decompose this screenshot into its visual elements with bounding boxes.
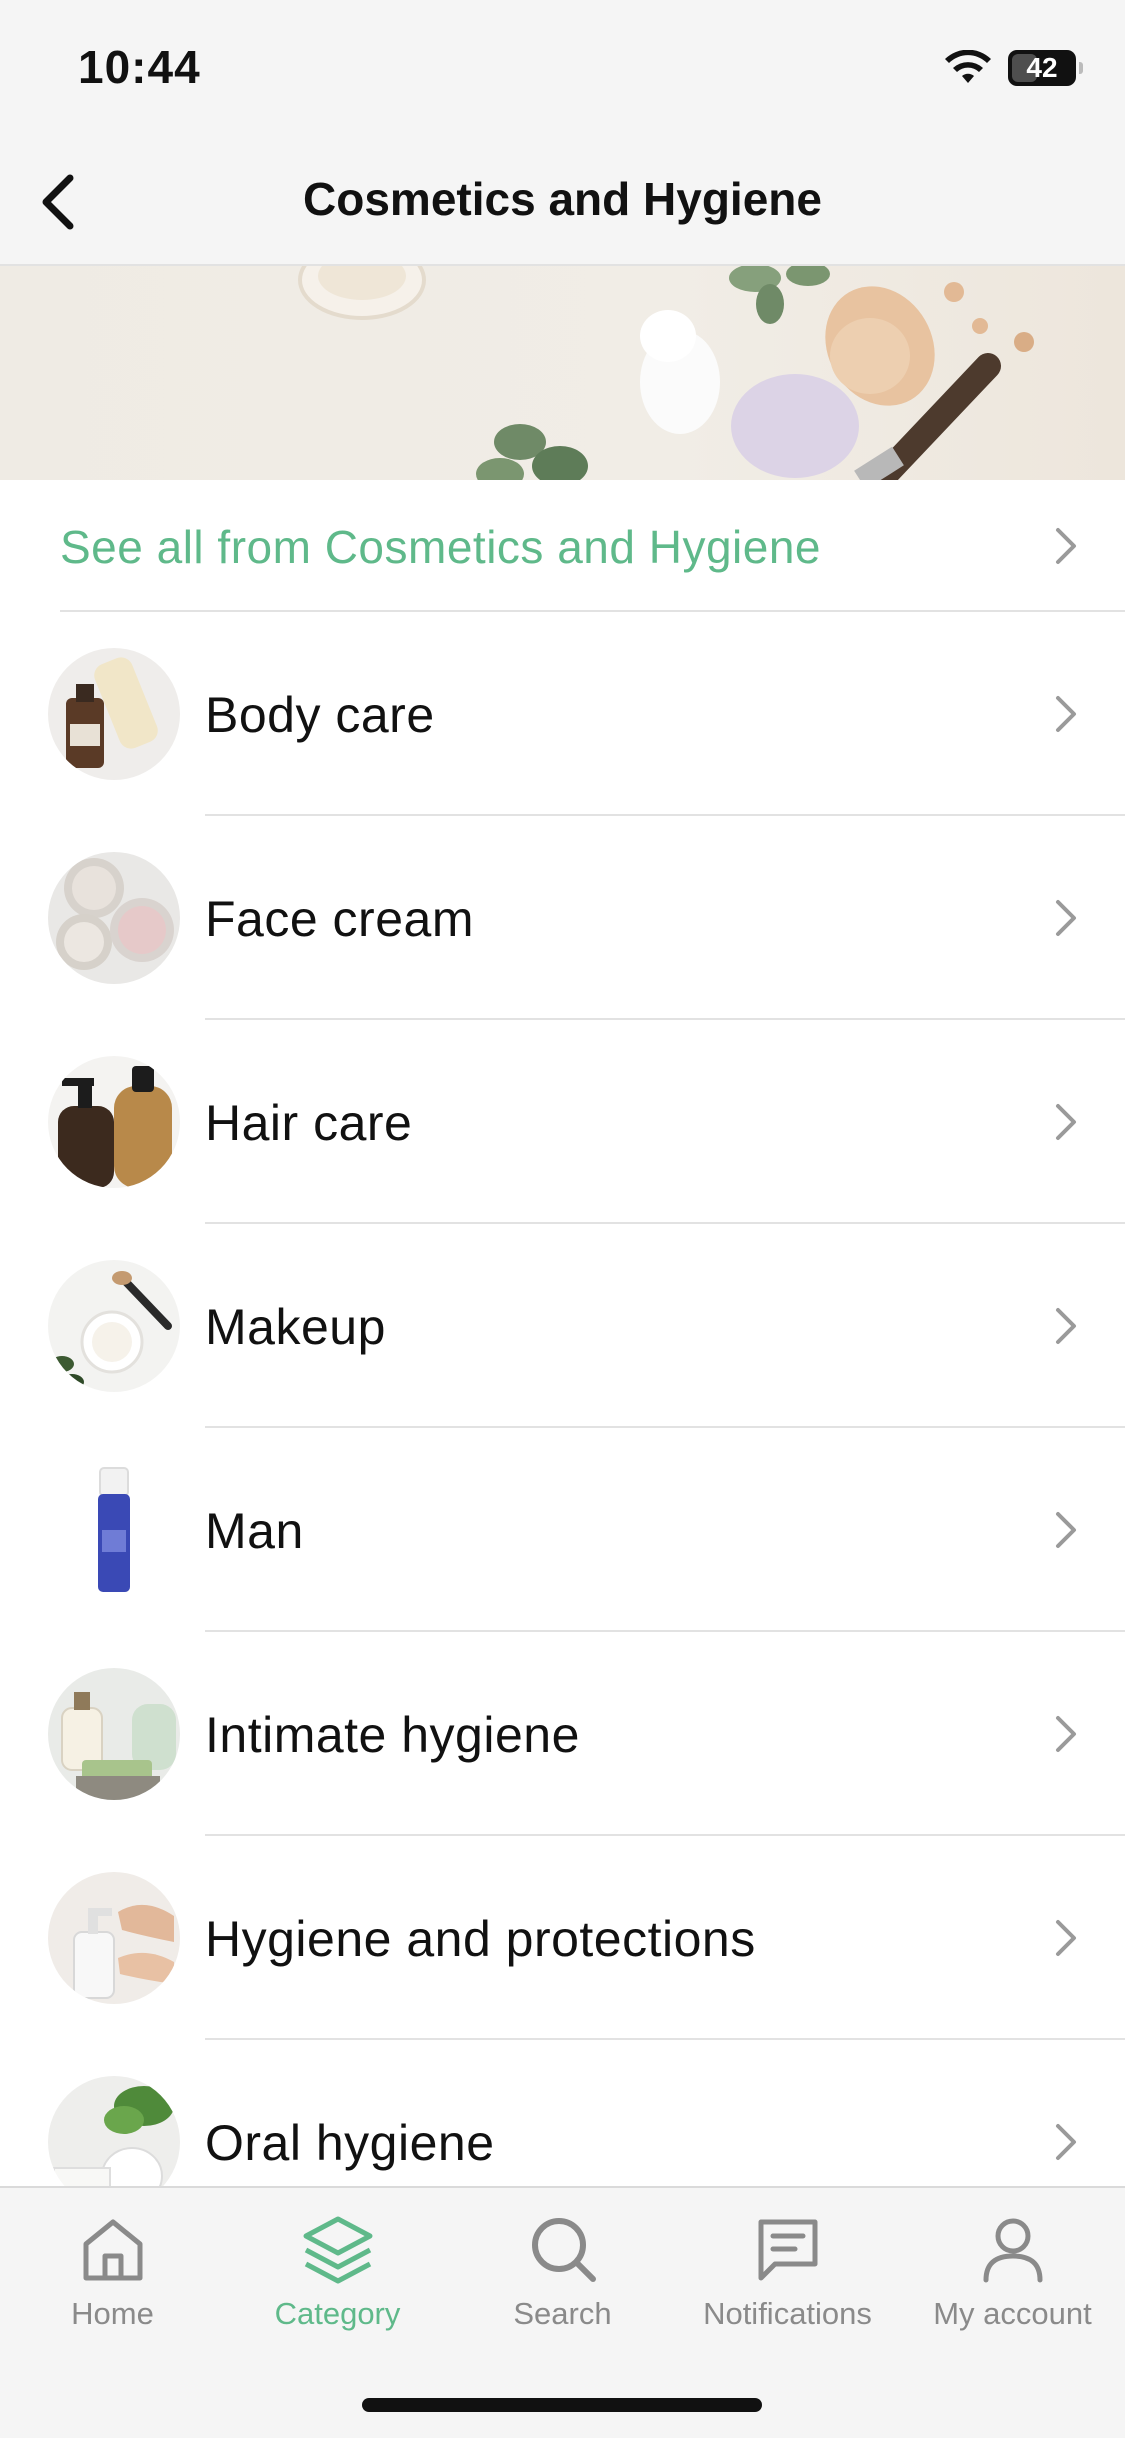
oral-hygiene-thumbnail	[48, 2076, 180, 2187]
category-item-body-care[interactable]: Body care	[0, 612, 1125, 816]
home-indicator	[362, 2398, 762, 2412]
hair-care-thumbnail	[48, 1056, 180, 1188]
category-label: Face cream	[205, 891, 474, 947]
man-thumbnail	[48, 1464, 180, 1596]
status-time: 10:44	[78, 41, 201, 93]
category-label: Body care	[205, 687, 435, 743]
tab-category[interactable]: Category	[225, 2206, 450, 2356]
page-title: Cosmetics and Hygiene	[303, 173, 822, 225]
tab-label: My account	[933, 2296, 1092, 2331]
chevron-right-icon	[1056, 1104, 1076, 1140]
category-item-face-cream[interactable]: Face cream	[0, 816, 1125, 1020]
message-icon	[758, 2219, 817, 2281]
intimate-hygiene-thumbnail	[48, 1668, 180, 1800]
chevron-right-icon	[1056, 2124, 1076, 2160]
wifi-icon	[945, 50, 991, 83]
tab-label: Home	[71, 2296, 154, 2331]
category-label: Hygiene and protections	[205, 1911, 756, 1967]
chevron-right-icon	[1056, 900, 1076, 936]
category-banner-image	[0, 266, 1125, 480]
tab-notifications[interactable]: Notifications	[675, 2206, 900, 2356]
tab-search[interactable]: Search	[450, 2206, 675, 2356]
category-item-hygiene-and-protections[interactable]: Hygiene and protections	[0, 1836, 1125, 2040]
category-item-man[interactable]: Man	[0, 1428, 1125, 1632]
category-label: Hair care	[205, 1095, 413, 1151]
search-icon	[531, 2218, 596, 2282]
category-item-intimate-hygiene[interactable]: Intimate hygiene	[0, 1632, 1125, 1836]
body-care-thumbnail	[48, 648, 180, 780]
battery-level-text: 42	[1026, 52, 1058, 83]
hygiene-protections-thumbnail	[48, 1872, 180, 2004]
layers-icon	[303, 2216, 372, 2284]
tab-label: Notifications	[703, 2296, 872, 2331]
category-label: Intimate hygiene	[205, 1707, 580, 1763]
chevron-right-icon	[1056, 1920, 1076, 1956]
user-icon	[983, 2218, 1042, 2283]
see-all-label: See all from Cosmetics and Hygiene	[60, 521, 821, 573]
category-list: Body care Face cream Hair care Makeup Ma…	[0, 612, 1125, 2187]
tab-label: Category	[274, 2296, 401, 2331]
status-bar: 10:44 42	[0, 0, 1125, 140]
chevron-right-icon	[1056, 696, 1076, 732]
tab-label: Search	[513, 2296, 612, 2331]
chevron-right-icon	[1056, 1512, 1076, 1548]
category-item-hair-care[interactable]: Hair care	[0, 1020, 1125, 1224]
chevron-right-icon	[1056, 1716, 1076, 1752]
makeup-thumbnail	[48, 1260, 180, 1392]
navigation-bar: Cosmetics and Hygiene	[0, 140, 1125, 266]
category-label: Makeup	[205, 1299, 386, 1355]
category-label: Man	[205, 1503, 304, 1559]
tab-my-account[interactable]: My account	[900, 2206, 1125, 2356]
face-cream-thumbnail	[48, 852, 180, 984]
category-item-makeup[interactable]: Makeup	[0, 1224, 1125, 1428]
chevron-right-icon	[1056, 1308, 1076, 1344]
chevron-right-icon	[1056, 528, 1076, 564]
see-all-row[interactable]: See all from Cosmetics and Hygiene	[0, 480, 1125, 612]
category-item-oral-hygiene[interactable]: Oral hygiene	[0, 2040, 1125, 2187]
battery-indicator: 42	[1008, 50, 1083, 86]
home-icon	[83, 2219, 142, 2281]
tab-home[interactable]: Home	[0, 2206, 225, 2356]
category-label: Oral hygiene	[205, 2115, 495, 2171]
